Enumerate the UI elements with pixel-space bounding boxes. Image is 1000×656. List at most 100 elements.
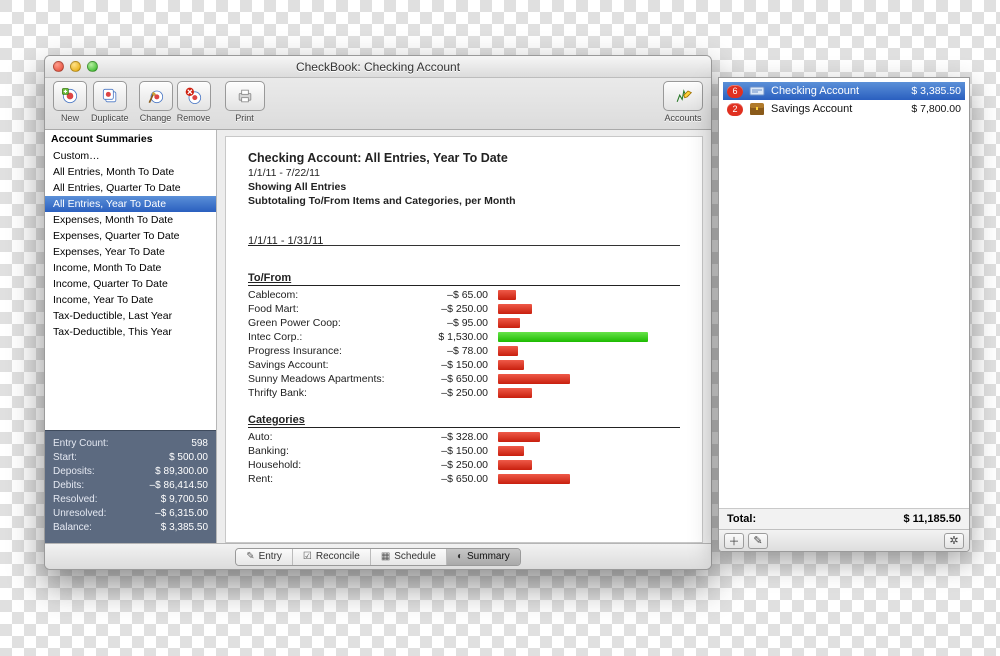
- toolbar: New Duplicate Change Remove: [45, 78, 711, 130]
- edit-account-button[interactable]: ✎: [748, 533, 768, 549]
- account-name: Savings Account: [771, 103, 905, 115]
- row-amount: –$ 150.00: [418, 359, 488, 371]
- row-amount: –$ 150.00: [418, 445, 488, 457]
- bottom-bar: ✎Entry ☑Reconcile ▦Schedule ◐Summary: [45, 543, 711, 569]
- remove-button[interactable]: [177, 81, 211, 111]
- sidebar-item[interactable]: Income, Month To Date: [45, 260, 216, 276]
- row-bar: [498, 346, 518, 356]
- total-label: Total:: [727, 513, 756, 525]
- accounts-list[interactable]: 6Checking Account$ 3,385.502Savings Acco…: [719, 78, 969, 508]
- schedule-icon: ▦: [381, 551, 390, 562]
- account-row[interactable]: 6 Checking Account $ 3,385.50: [723, 82, 965, 100]
- total-value: $ 11,185.50: [903, 513, 961, 525]
- add-account-button[interactable]: ＋: [724, 533, 744, 549]
- row-label: Green Power Coop:: [248, 317, 418, 329]
- row-label: Intec Corp.:: [248, 331, 418, 343]
- row-amount: –$ 250.00: [418, 303, 488, 315]
- row-label: Savings Account:: [248, 359, 418, 371]
- row-amount: –$ 250.00: [418, 387, 488, 399]
- row-bar: [498, 474, 570, 484]
- sidebar-item[interactable]: All Entries, Month To Date: [45, 164, 216, 180]
- report-row: Intec Corp.:$ 1,530.00: [248, 330, 680, 344]
- sidebar-item[interactable]: Income, Quarter To Date: [45, 276, 216, 292]
- report-row: Savings Account:–$ 150.00: [248, 358, 680, 372]
- row-bar: [498, 374, 570, 384]
- row-label: Household:: [248, 459, 418, 471]
- summary-list[interactable]: Account Summaries Custom…All Entries, Mo…: [45, 130, 216, 430]
- row-bar: [498, 290, 516, 300]
- report-title: Checking Account: All Entries, Year To D…: [248, 151, 680, 165]
- change-button[interactable]: [139, 81, 173, 111]
- tofrom-header: To/From: [248, 272, 680, 285]
- report-row: Cablecom:–$ 65.00: [248, 288, 680, 302]
- tab-entry[interactable]: ✎Entry: [236, 549, 293, 565]
- tab-schedule[interactable]: ▦Schedule: [371, 549, 447, 565]
- duplicate-button[interactable]: [93, 81, 127, 111]
- report-pane[interactable]: Checking Account: All Entries, Year To D…: [225, 136, 703, 543]
- row-bar: [498, 304, 532, 314]
- row-amount: $ 1,530.00: [418, 331, 488, 343]
- action-menu-button[interactable]: ✲: [944, 533, 964, 549]
- period-header: 1/1/11 - 1/31/11: [248, 235, 323, 247]
- print-button[interactable]: [225, 81, 265, 111]
- row-label: Progress Insurance:: [248, 345, 418, 357]
- categories-header: Categories: [248, 414, 680, 427]
- account-balance: $ 3,385.50: [911, 85, 961, 97]
- report-row: Green Power Coop:–$ 95.00: [248, 316, 680, 330]
- report-row: Sunny Meadows Apartments:–$ 650.00: [248, 372, 680, 386]
- sidebar-item[interactable]: Expenses, Year To Date: [45, 244, 216, 260]
- row-amount: –$ 95.00: [418, 317, 488, 329]
- accounts-button[interactable]: [663, 81, 703, 111]
- row-bar: [498, 446, 524, 456]
- chest-icon: [749, 102, 765, 116]
- row-label: Cablecom:: [248, 289, 418, 301]
- row-label: Thrifty Bank:: [248, 387, 418, 399]
- report-subtotal: Subtotaling To/From Items and Categories…: [248, 195, 680, 207]
- window-title: CheckBook: Checking Account: [45, 60, 711, 74]
- report-row: Thrifty Bank:–$ 250.00: [248, 386, 680, 400]
- row-label: Sunny Meadows Apartments:: [248, 373, 418, 385]
- report-row: Rent:–$ 650.00: [248, 472, 680, 486]
- row-label: Rent:: [248, 473, 418, 485]
- row-label: Banking:: [248, 445, 418, 457]
- reconcile-icon: ☑: [303, 551, 312, 562]
- tab-summary[interactable]: ◐Summary: [447, 549, 520, 565]
- new-label: New: [61, 113, 79, 123]
- row-label: Auto:: [248, 431, 418, 443]
- sidebar-item[interactable]: Custom…: [45, 148, 216, 164]
- sidebar-item[interactable]: Tax-Deductible, Last Year: [45, 308, 216, 324]
- account-badge: 6: [727, 85, 743, 98]
- sidebar-item[interactable]: All Entries, Quarter To Date: [45, 180, 216, 196]
- accounts-total-row: Total: $ 11,185.50: [719, 508, 969, 529]
- tab-reconcile[interactable]: ☑Reconcile: [293, 549, 371, 565]
- report-row: Banking:–$ 150.00: [248, 444, 680, 458]
- account-row[interactable]: 2Savings Account$ 7,800.00: [723, 100, 965, 118]
- sidebar-item[interactable]: Expenses, Month To Date: [45, 212, 216, 228]
- row-amount: –$ 78.00: [418, 345, 488, 357]
- main-window: CheckBook: Checking Account New Duplicat…: [44, 55, 712, 570]
- entry-icon: ✎: [246, 551, 254, 562]
- row-bar: [498, 388, 532, 398]
- accounts-label: Accounts: [664, 113, 701, 123]
- print-label: Print: [235, 113, 254, 123]
- sidebar-item[interactable]: All Entries, Year To Date: [45, 196, 216, 212]
- sidebar-item[interactable]: Expenses, Quarter To Date: [45, 228, 216, 244]
- row-amount: –$ 328.00: [418, 431, 488, 443]
- row-label: Food Mart:: [248, 303, 418, 315]
- report-row: Household:–$ 250.00: [248, 458, 680, 472]
- title-bar[interactable]: CheckBook: Checking Account: [45, 56, 711, 78]
- row-bar: [498, 360, 524, 370]
- report-row: Progress Insurance:–$ 78.00: [248, 344, 680, 358]
- report-row: Food Mart:–$ 250.00: [248, 302, 680, 316]
- row-amount: –$ 650.00: [418, 373, 488, 385]
- sidebar-header: Account Summaries: [45, 130, 216, 148]
- account-name: Checking Account: [771, 85, 905, 97]
- remove-label: Remove: [177, 113, 211, 123]
- summary-icon: ◐: [457, 551, 463, 562]
- new-button[interactable]: [53, 81, 87, 111]
- row-amount: –$ 250.00: [418, 459, 488, 471]
- sidebar-item[interactable]: Income, Year To Date: [45, 292, 216, 308]
- sidebar-item[interactable]: Tax-Deductible, This Year: [45, 324, 216, 340]
- account-balance: $ 7,800.00: [911, 103, 961, 115]
- report-range: 1/1/11 - 7/22/11: [248, 167, 680, 179]
